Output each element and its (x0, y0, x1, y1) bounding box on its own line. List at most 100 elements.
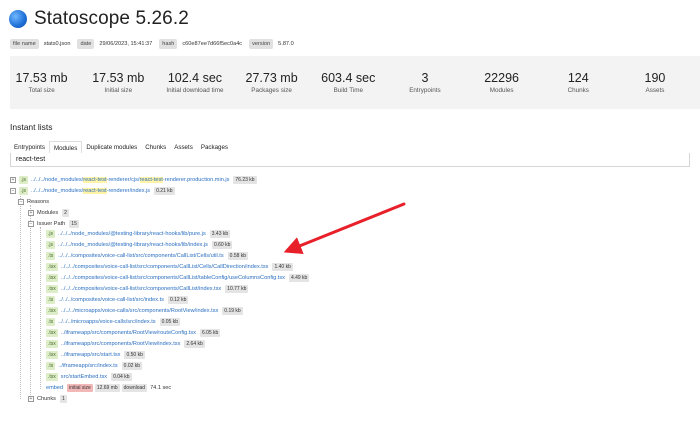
expand-toggle-icon[interactable]: + (28, 396, 34, 402)
collapse-toggle-icon[interactable]: − (28, 221, 34, 227)
module-path-link[interactable]: ../../../node_modules/react-test -rendere… (31, 177, 229, 183)
module-size-badge: 6.05 kb (199, 329, 221, 337)
stat-value: 3 (421, 71, 429, 85)
file-ext-badge: .tsx (46, 307, 58, 315)
meta-value-file-name: stats0.json (43, 41, 71, 47)
path-part: -renderer.production.min.js (162, 177, 230, 183)
path-part: ../../../node_modules/ (31, 177, 84, 183)
section-title: Instant lists (10, 122, 53, 132)
module-size-badge: 0.60 kb (211, 241, 233, 249)
module-path-link[interactable]: ../../../node_modules/@testing-library/r… (58, 231, 206, 237)
tree-row-modules[interactable]: + Modules 2 (28, 208, 69, 218)
tree-row-module[interactable]: + .js ../../../node_modules/react-test-r… (10, 175, 257, 185)
module-path-link[interactable]: ../../../microapps/voice-calls/src/compo… (61, 308, 219, 314)
stat-assets[interactable]: 190 Assets (623, 56, 686, 109)
issuer-item[interactable]: .tsx ../../../microapps/voice-calls/src/c… (46, 306, 243, 316)
stat-label: Initial size (104, 87, 133, 94)
tree-row-reasons[interactable]: − Reasons (18, 197, 49, 207)
tree-row-issuer-path[interactable]: − Issuer Path 15 (28, 219, 79, 229)
stat-modules[interactable]: 22296 Modules (470, 56, 533, 109)
issuer-item[interactable]: .ts ../../../microapps/voice-calls/src/in… (46, 317, 180, 327)
stat-packages-size[interactable]: 27.73 mb Packages size (240, 56, 303, 109)
module-size-badge: 0.12 kb (167, 296, 189, 304)
module-size-badge: 0.58 kb (227, 252, 249, 260)
stat-entrypoints[interactable]: 3 Entrypoints (393, 56, 456, 109)
module-path-link[interactable]: src/startEmbed.tsx (61, 374, 107, 380)
issuer-item[interactable]: .tsx ../iframeapp/src/start.tsx 0.50 kb (46, 350, 145, 360)
stat-total-size[interactable]: 17.53 mb Total size (10, 56, 73, 109)
stats-meta: file name stats0.json date 29/06/2023, 15:… (10, 39, 297, 49)
issuer-item[interactable]: .js ../../../node_modules/@testing-librar… (46, 240, 233, 250)
entrypoint-embed-link[interactable]: embed (46, 385, 63, 391)
module-size-badge: 1.40 kb (272, 263, 293, 271)
meta-key-file-name: file name (10, 39, 39, 49)
issuer-item[interactable]: .tsx ../../../composites/voice-call-list/… (46, 262, 293, 272)
chunks-count-badge: 1 (59, 395, 67, 403)
issuer-item[interactable]: .ts ../../../composites/voice-call-list/s… (46, 251, 249, 261)
module-path-link[interactable]: ../../../composites/voice-call-list/src/… (58, 297, 164, 303)
meta-value-date: 29/06/2023, 15:41:37 (99, 41, 153, 47)
module-size-badge: 76.23 kb (233, 176, 257, 184)
stat-value: 17.53 mb (15, 71, 68, 85)
collapse-toggle-icon[interactable]: − (18, 199, 24, 205)
issuer-item[interactable]: .tsx ../iframeapp/src/components/RootView… (46, 328, 221, 338)
issuer-item[interactable]: .tsx src/startEmbed.tsx 0.04 kb (46, 372, 132, 382)
file-ext-badge: .ts (46, 252, 56, 260)
reasons-label: Reasons (27, 199, 50, 205)
module-path-link[interactable]: ../../../composites/voice-call-list/src/… (61, 286, 221, 292)
module-size-badge: 0.05 kb (159, 318, 180, 326)
module-path-link[interactable]: ../../../composites/voice-call-list/src/… (61, 275, 285, 281)
stat-build-time[interactable]: 603.4 sec Build Time (317, 56, 380, 109)
expand-toggle-icon[interactable]: + (10, 177, 16, 183)
tree-row-module[interactable]: − .js ../../../node_modules/react-test-r… (10, 186, 175, 196)
module-path-link[interactable]: ../../../node_modules/react-test-rendere… (31, 188, 150, 194)
statoscope-logo-icon (9, 10, 27, 28)
module-path-link[interactable]: ../../../microapps/voice-calls/src/index… (58, 319, 155, 325)
tree-row-chunks[interactable]: + Chunks 1 (28, 394, 67, 404)
module-path-link[interactable]: ../iframeapp/src/start.tsx (61, 352, 121, 358)
expand-toggle-icon[interactable]: + (28, 210, 34, 216)
meta-key-hash: hash (159, 39, 178, 49)
stat-initial-download-time[interactable]: 102.4 sec Initial download time (163, 56, 226, 109)
stat-value: 102.4 sec (167, 71, 223, 85)
module-path-link[interactable]: ../../../composites/voice-call-list/src/… (58, 253, 223, 259)
issuer-item[interactable]: .tsx ../../../composites/voice-call-list/… (46, 273, 310, 283)
stat-value: 603.4 sec (321, 71, 376, 85)
path-part: ../../../node_modules/ (31, 188, 84, 194)
path-highlight: react-test (83, 177, 107, 183)
meta-key-version: version (249, 39, 274, 49)
tree-guide-line (30, 205, 31, 401)
collapse-toggle-icon[interactable]: − (10, 188, 16, 194)
stat-value: 124 (567, 71, 589, 85)
module-size-badge: 0.02 kb (121, 362, 143, 370)
search-input[interactable] (10, 153, 690, 167)
stat-initial-size[interactable]: 17.53 mb Initial size (87, 56, 150, 109)
module-path-link[interactable]: ../../../composites/voice-call-list/src/… (61, 264, 269, 270)
arrow-line (283, 202, 406, 254)
module-path-link[interactable]: ../iframeapp/src/components/RootView/rou… (61, 330, 196, 336)
issuer-item[interactable]: .ts ../iframeapp/src/index.ts 0.02 kb (46, 361, 143, 371)
issuer-item[interactable]: .tsx ../iframeapp/src/components/RootView… (46, 339, 205, 349)
issuer-item[interactable]: .ts ../../../composites/voice-call-list/s… (46, 295, 189, 305)
issuer-item[interactable]: .js ../../../node_modules/@testing-librar… (46, 229, 231, 239)
module-size-badge: 0.19 kb (222, 307, 243, 315)
tree-guide-line (40, 227, 41, 389)
stat-label: Modules (489, 87, 514, 94)
stat-label: Packages size (251, 87, 292, 94)
path-part: -renderer/index.js (106, 188, 151, 194)
download-value: 74.1 sec (150, 385, 172, 391)
stat-chunks[interactable]: 124 Chunks (547, 56, 610, 109)
module-size-badge: 0.04 kb (111, 373, 132, 381)
meta-key-date: date (77, 39, 95, 49)
module-size-badge: 4.49 kb (288, 274, 310, 282)
file-ext-badge: .tsx (46, 285, 58, 293)
module-path-link[interactable]: ../iframeapp/src/components/RootView/ind… (61, 341, 181, 347)
stats-summary: 17.53 mb Total size 17.53 mb Initial size … (10, 56, 700, 109)
module-path-link[interactable]: ../../../node_modules/@testing-library/r… (58, 242, 208, 248)
issuer-item[interactable]: .tsx ../../../composites/voice-call-list/… (46, 284, 249, 294)
module-path-link[interactable]: ../iframeapp/src/index.ts (58, 363, 117, 369)
entrypoint-embed-row[interactable]: embed initial size 12.69 mb download 74.… (46, 383, 171, 393)
file-ext-badge: .js (46, 241, 55, 249)
stat-label: Total size (28, 87, 55, 94)
stat-label: Initial download time (166, 87, 224, 94)
